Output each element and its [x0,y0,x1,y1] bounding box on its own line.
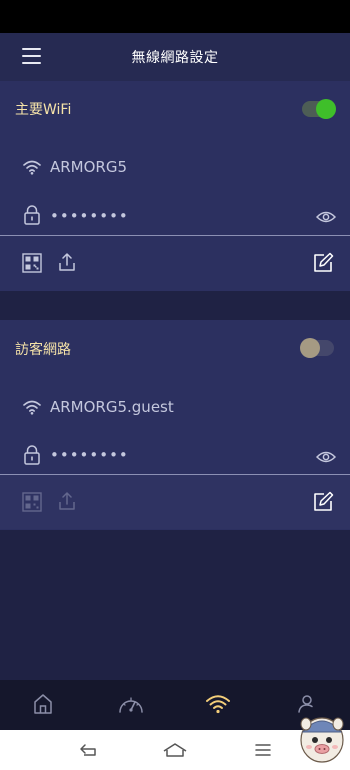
guest-network-title: 訪客網路 [15,342,71,358]
show-password-eye-icon[interactable] [316,210,336,224]
system-recents-button[interactable] [248,738,278,762]
page-title: 無線網路設定 [131,50,219,66]
nav-speed[interactable] [95,680,165,730]
menu-line [22,55,41,57]
primary-wifi-card: 主要WiFi ARMORG5 •••••••• [0,81,350,291]
home-icon [34,694,52,714]
edit-icon[interactable] [312,491,334,513]
home-icon [163,743,187,757]
lock-icon [24,205,40,225]
menu-line [22,48,41,50]
wifi-icon [206,695,230,714]
toggle-knob [316,99,336,119]
hamburger-menu-button[interactable] [14,44,48,70]
lock-icon [24,445,40,465]
nav-home[interactable] [8,680,78,730]
primary-password: •••••••• [50,207,129,225]
guest-ssid: ARMORG5.guest [50,398,174,416]
guest-network-toggle[interactable] [300,338,334,358]
system-back-button[interactable] [76,738,106,762]
mascot-watermark [300,717,344,763]
menu-icon [255,744,271,756]
qr-code-icon [22,492,42,512]
system-home-button[interactable] [160,738,190,762]
show-password-eye-icon[interactable] [316,450,336,464]
wifi-icon [23,400,41,415]
guest-action-row [0,475,350,529]
primary-wifi-toggle[interactable] [302,99,336,119]
guest-network-card: 訪客網路 ARMORG5.guest •••••••• [0,320,350,530]
share-icon[interactable] [58,252,76,272]
menu-line [22,62,41,64]
primary-ssid: ARMORG5 [50,158,128,176]
back-arrow-icon [80,744,96,756]
primary-wifi-title: 主要WiFi [15,102,72,118]
toggle-knob [300,338,320,358]
edit-icon[interactable] [312,252,334,274]
app-header: 無線網路設定 [0,33,350,81]
status-bar [0,0,350,33]
speedometer-icon [119,697,143,713]
qr-code-icon[interactable] [22,253,42,273]
nav-wifi[interactable] [183,680,253,730]
share-icon [59,492,75,510]
primary-action-row [0,236,350,290]
wifi-icon [23,160,41,175]
guest-password: •••••••• [50,446,129,464]
